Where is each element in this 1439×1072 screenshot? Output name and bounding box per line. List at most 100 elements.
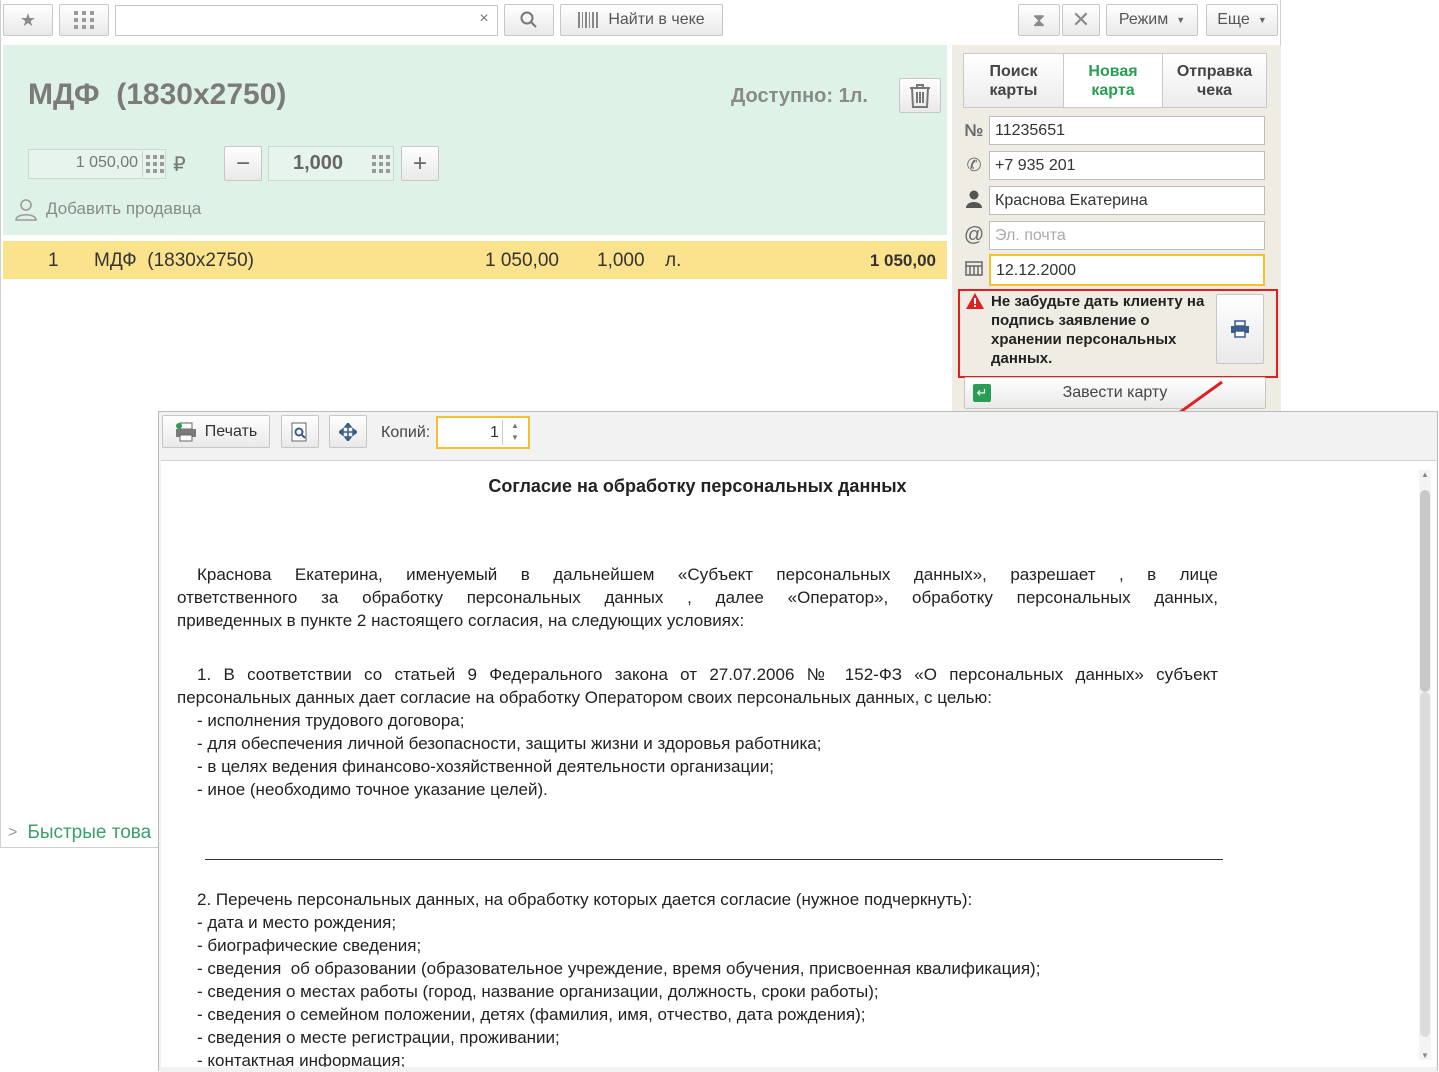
clear-search-icon[interactable]: × [474, 10, 494, 30]
print-notice-button[interactable] [1216, 294, 1264, 364]
minus-icon: − [235, 149, 250, 177]
find-in-receipt-label: Найти в чеке [608, 11, 705, 28]
search-button[interactable] [504, 4, 554, 36]
document-title: Согласие на обработку персональных данны… [488, 476, 907, 496]
text-line: 1. В соответствии со статьей 9 Федеральн… [197, 665, 1218, 684]
cancel-button[interactable]: ✕ [1062, 4, 1100, 36]
tab-new-card[interactable]: Новая карта [1063, 53, 1163, 108]
quick-goods-section[interactable]: > Быстрые това [8, 820, 151, 846]
email-field[interactable]: Эл. почта [989, 221, 1265, 250]
tab-search-card[interactable]: Поиск карты [963, 53, 1064, 108]
decrease-quantity-button[interactable]: − [224, 146, 262, 181]
quick-goods-label: Быстрые това [27, 822, 152, 843]
product-title: МДФ (1830х2750) [28, 78, 287, 111]
preview-bottom-edge [159, 1067, 1437, 1072]
search-input[interactable] [115, 5, 498, 36]
notice-text: Не забудьте дать клиенту на подпись заяв… [991, 293, 1205, 367]
paragraph-subject: Краснова Екатерина, именуемый в дальнейш… [177, 563, 1218, 632]
phone-field[interactable]: +7 935 201 [989, 151, 1265, 180]
list-item: - сведения о семейном положении, детях (… [197, 1005, 866, 1024]
row-number: 1 [48, 250, 59, 271]
trash-icon [910, 83, 930, 108]
print-label: Печать [204, 422, 258, 440]
scrollbar[interactable]: ▲ ▼ [1419, 470, 1431, 1060]
row-product-name: МДФ (1830х2750) [94, 250, 254, 271]
hourglass-icon: ⧗ [1032, 9, 1046, 30]
copies-value: 1 [490, 424, 499, 441]
add-seller-label: Добавить продавца [46, 199, 202, 218]
list-item: - для обеспечения личной безопасности, з… [197, 734, 822, 753]
more-menu-button[interactable]: Еще ▼ [1206, 4, 1278, 36]
paragraph-purpose: 1. В соответствии со статьей 9 Федеральн… [177, 663, 1218, 801]
printer-icon [175, 422, 196, 441]
user-icon [15, 199, 37, 221]
apps-button[interactable] [59, 4, 109, 36]
list-item: - сведения об образовании (образовательн… [197, 959, 1041, 978]
price-value: 1 050,00 [75, 154, 138, 171]
scroll-up-icon[interactable]: ▲ [1421, 470, 1429, 479]
close-icon: ✕ [1071, 7, 1091, 32]
text-line: Краснова Екатерина, именуемый в дальнейш… [197, 565, 1218, 584]
mode-menu-button[interactable]: Режим ▼ [1106, 4, 1198, 36]
grid-icon [74, 11, 94, 29]
text-line: персональных данных дает согласие на обр… [177, 688, 992, 707]
person-icon [962, 190, 986, 213]
delete-button[interactable] [899, 78, 941, 113]
available-label: Доступно: 1л. [731, 85, 868, 107]
name-field[interactable]: Краснова Екатерина [989, 186, 1265, 215]
tab-send-receipt[interactable]: Отправка чека [1162, 53, 1267, 108]
print-button[interactable]: Печать [162, 415, 270, 448]
table-row[interactable]: 1 МДФ (1830х2750) 1 050,00 1,000 л. 1 05… [3, 241, 947, 279]
scroll-thumb[interactable] [1420, 490, 1430, 692]
paragraph-data-list: 2. Перечень персональных данных, на обра… [177, 888, 1218, 1072]
text-line: приведенных в пункте 2 настоящего соглас… [177, 611, 745, 630]
birthdate-field[interactable]: 12.12.2000 [989, 254, 1265, 286]
row-price: 1 050,00 [485, 250, 559, 271]
list-item: - биографические сведения; [197, 936, 422, 955]
fit-page-button[interactable] [329, 415, 367, 448]
list-item: - исполнения трудового договора; [197, 711, 465, 730]
list-item: - дата и место рождения; [197, 913, 397, 932]
add-seller-link[interactable]: Добавить продавца [14, 196, 201, 222]
copies-label: Копий: [381, 424, 431, 441]
quantity-keypad-icon[interactable] [370, 150, 392, 178]
currency-symbol: ₽ [173, 154, 186, 176]
find-in-receipt-button[interactable]: Найти в чеке [560, 4, 723, 36]
magnifier-page-icon [291, 422, 307, 441]
search-icon [520, 11, 537, 28]
list-item: - сведения о местах работы (город, назва… [197, 982, 879, 1001]
at-sign-icon: @ [963, 224, 985, 246]
favorite-button[interactable]: ★ [3, 4, 53, 36]
chevron-right-icon: > [8, 824, 18, 841]
quantity-value: 1,000 [292, 152, 344, 174]
mode-label: Режим [1118, 11, 1169, 28]
copies-stepper[interactable]: ▲ ▼ [502, 420, 527, 445]
phone-icon: ✆ [966, 155, 982, 175]
scroll-down-icon[interactable]: ▼ [1421, 1051, 1429, 1060]
calendar-icon [962, 260, 986, 281]
printer-icon [1231, 320, 1249, 338]
row-unit: л. [665, 250, 682, 271]
plus-icon: + [412, 149, 427, 177]
chevron-down-icon: ▼ [1176, 15, 1186, 25]
copies-field[interactable]: 1 ▲ ▼ [436, 416, 530, 449]
price-keypad-icon[interactable] [142, 151, 164, 177]
row-quantity: 1,000 [597, 250, 645, 271]
row-total: 1 050,00 [869, 251, 936, 270]
warning-icon [965, 292, 985, 315]
text-line: ответственного за обработку персональных… [177, 588, 1218, 607]
list-item: - в целях ведения финансово-хозяйственно… [197, 757, 774, 776]
enter-icon: ↵ [973, 384, 991, 402]
number-sign-icon: № [964, 121, 984, 140]
chevron-down-icon: ▼ [1257, 15, 1267, 25]
separator-line [205, 859, 1223, 860]
card-number-field[interactable]: 11235651 [989, 116, 1265, 145]
increase-quantity-button[interactable]: + [401, 146, 439, 181]
barcode-icon [578, 12, 599, 28]
hourglass-button[interactable]: ⧗ [1018, 4, 1060, 36]
text-line: 2. Перечень персональных данных, на обра… [197, 890, 973, 909]
list-item: - сведения о месте регистрации, проживан… [197, 1028, 560, 1047]
more-label: Еще [1217, 11, 1250, 28]
preview-button[interactable] [281, 415, 319, 448]
scroll-track [1420, 692, 1430, 1037]
